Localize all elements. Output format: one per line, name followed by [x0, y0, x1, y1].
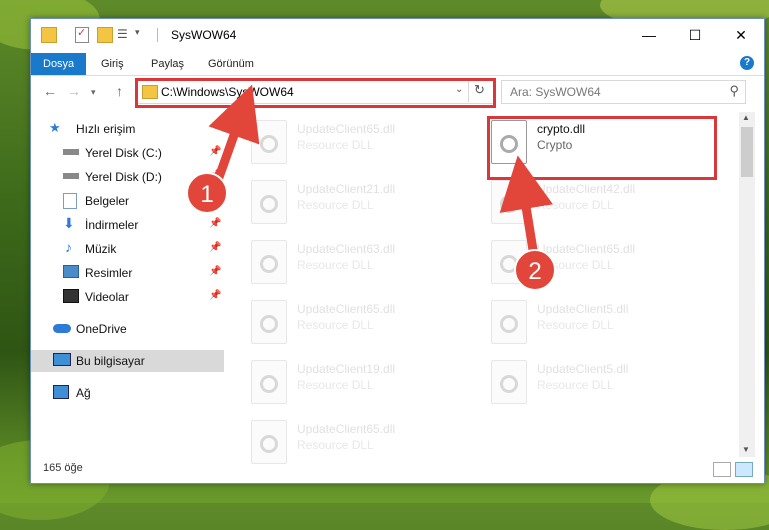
large-icons-view-icon[interactable]: [735, 462, 753, 477]
forward-icon[interactable]: →: [67, 83, 81, 99]
item-count: 165 öğe: [43, 462, 83, 474]
back-icon[interactable]: ←: [43, 83, 57, 99]
list-item[interactable]: UpdateClient42.dll Resource DLL: [491, 178, 721, 228]
list-item[interactable]: UpdateClient5.dll Resource DLL: [491, 358, 721, 408]
dll-file-icon: [491, 360, 527, 404]
tab-share[interactable]: Paylaş: [151, 54, 184, 74]
up-icon[interactable]: ↑: [116, 83, 123, 99]
step1-badge: 1: [186, 172, 228, 214]
search-input[interactable]: Ara: SysWOW64 ⚲: [501, 80, 746, 104]
dll-file-icon: [251, 360, 287, 404]
search-placeholder: Ara: SysWOW64: [510, 85, 601, 99]
dll-file-icon: [251, 240, 287, 284]
new-folder-icon[interactable]: [97, 27, 113, 43]
sidebar-item-music[interactable]: ♪ Müzik 📌: [31, 238, 224, 260]
title-separator: [157, 28, 158, 42]
file-explorer-window: ✓ ☰ ▾ SysWOW64 — ☐ ✕ Dosya Giriş Paylaş …: [30, 18, 765, 484]
computer-icon: [53, 353, 71, 366]
list-item[interactable]: UpdateClient63.dll Resource DLL: [251, 238, 481, 288]
navigation-pane: ★ Hızlı erişim Yerel Disk (C:) 📌 Yerel D…: [31, 112, 224, 452]
recent-locations-icon[interactable]: ▾: [91, 87, 96, 98]
drive-icon: [63, 173, 79, 179]
pin-icon[interactable]: 📌: [209, 146, 221, 157]
network-icon: [53, 385, 69, 399]
folder-icon: [41, 27, 57, 43]
vertical-scrollbar[interactable]: ▲ ▼: [739, 112, 755, 457]
cloud-icon: [53, 324, 71, 333]
dll-file-icon: [251, 120, 287, 164]
download-icon: ⬇: [63, 215, 75, 231]
tab-home[interactable]: Giriş: [101, 54, 124, 74]
list-item[interactable]: UpdateClient21.dll Resource DLL: [251, 178, 481, 228]
list-item[interactable]: UpdateClient5.dll Resource DLL: [491, 298, 721, 348]
dll-file-icon: [251, 300, 287, 344]
list-item[interactable]: UpdateClient19.dll Resource DLL: [251, 358, 481, 408]
title-bar: ✓ ☰ ▾ SysWOW64 — ☐ ✕: [31, 19, 764, 51]
crypto-highlight: [487, 116, 717, 180]
drive-icon: [63, 149, 79, 155]
minimize-button[interactable]: —: [626, 19, 672, 51]
address-row: ← → ▾ ↑ C:\Windows\SysWOW64 ⌄ ↻ Ara: Sys…: [31, 76, 764, 108]
pin-icon[interactable]: 📌: [209, 266, 221, 277]
close-button[interactable]: ✕: [718, 19, 764, 51]
ribbon-tabs: Dosya Giriş Paylaş Görünüm ?: [31, 51, 764, 76]
tab-file[interactable]: Dosya: [31, 53, 87, 75]
help-icon[interactable]: ?: [740, 56, 754, 70]
pin-icon[interactable]: 📌: [209, 242, 221, 253]
pin-icon[interactable]: 📌: [209, 290, 221, 301]
customize-toolbar-icon[interactable]: ▾: [135, 27, 140, 43]
maximize-button[interactable]: ☐: [672, 19, 718, 51]
sidebar-item-pictures[interactable]: Resimler 📌: [31, 262, 224, 284]
search-icon: ⚲: [729, 83, 739, 98]
sidebar-item-this-pc[interactable]: Bu bilgisayar: [31, 350, 224, 372]
step2-badge: 2: [514, 249, 556, 291]
dll-file-icon: [491, 300, 527, 344]
sidebar-item-quick-access[interactable]: ★ Hızlı erişim: [31, 118, 224, 140]
list-item[interactable]: UpdateClient65.dll Resource DLL: [251, 118, 481, 168]
dll-file-icon: [491, 180, 527, 224]
dll-file-icon: [251, 180, 287, 224]
window-title: SysWOW64: [171, 28, 237, 42]
sidebar-item-onedrive[interactable]: OneDrive: [31, 318, 224, 340]
sidebar-item-network[interactable]: Ağ: [31, 382, 224, 404]
sidebar-item-videos[interactable]: Videolar 📌: [31, 286, 224, 308]
scroll-thumb[interactable]: [741, 127, 753, 177]
videos-icon: [63, 289, 79, 303]
view-menu-icon[interactable]: ☰: [117, 27, 131, 41]
documents-icon: [63, 193, 77, 209]
pin-icon[interactable]: 📌: [209, 218, 221, 229]
sidebar-item-downloads[interactable]: ⬇ İndirmeler 📌: [31, 214, 224, 236]
properties-icon[interactable]: ✓: [75, 27, 89, 43]
scroll-up-icon[interactable]: ▲: [742, 113, 750, 122]
scroll-down-icon[interactable]: ▼: [742, 445, 750, 454]
status-bar: 165 öğe: [31, 457, 764, 481]
music-icon: ♪: [65, 239, 72, 255]
star-icon: ★: [49, 120, 61, 135]
sidebar-item-disk-c[interactable]: Yerel Disk (C:) 📌: [31, 142, 224, 164]
tab-view[interactable]: Görünüm: [208, 54, 254, 74]
address-highlight: [135, 78, 496, 108]
details-view-icon[interactable]: [713, 462, 731, 477]
list-item[interactable]: UpdateClient65.dll Resource DLL: [251, 298, 481, 348]
pictures-icon: [63, 265, 79, 278]
